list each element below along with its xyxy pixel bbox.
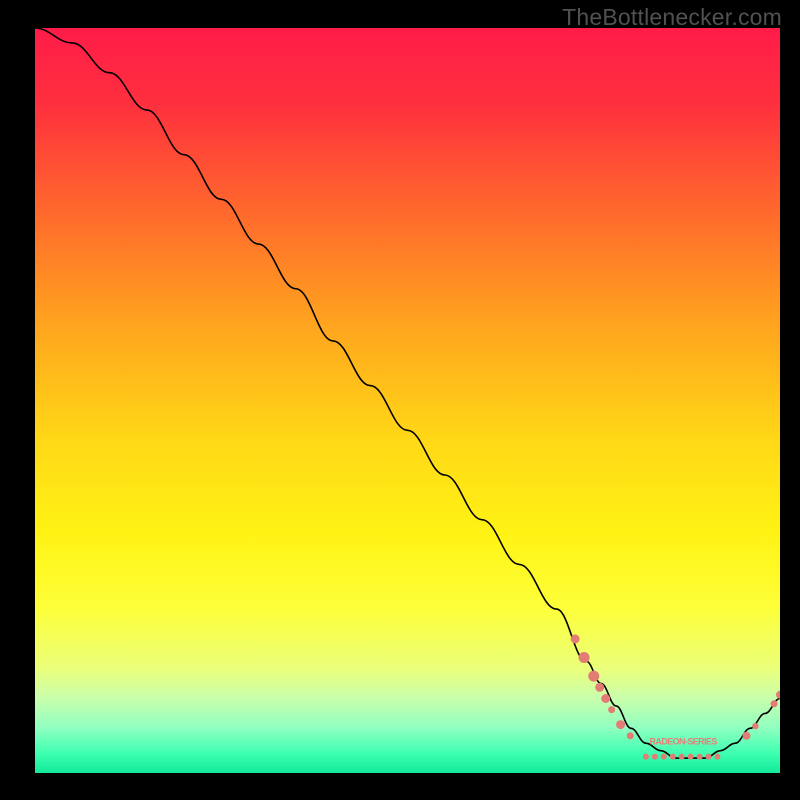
data-dot [571,634,580,643]
data-dot [661,754,667,760]
data-dot [627,732,634,739]
data-dot [608,706,615,713]
data-dot [771,700,778,707]
chart-stage: TheBottlenecker.com RADEON-SERIES [0,0,800,800]
gradient-rect [35,28,780,773]
data-dot [705,754,711,760]
data-dot [688,754,694,760]
data-dot [697,754,703,760]
data-dot [679,754,685,760]
data-dot [601,694,610,703]
data-dot [616,720,625,729]
data-dot [652,754,658,760]
plot-svg: RADEON-SERIES [35,28,780,773]
data-dot [714,754,720,760]
plot-area: RADEON-SERIES [35,28,780,773]
data-dot [670,754,676,760]
data-dot [742,732,750,740]
data-dot [588,671,599,682]
data-dot [752,723,758,729]
watermark-text: TheBottlenecker.com [562,4,782,31]
data-dot [643,754,649,760]
data-dot [595,683,604,692]
data-dot [579,652,590,663]
dot-cluster-label: RADEON-SERIES [650,737,718,747]
